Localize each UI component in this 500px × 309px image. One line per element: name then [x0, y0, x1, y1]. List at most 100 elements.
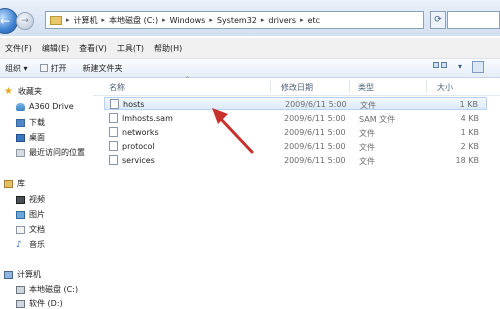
column-divider[interactable] [270, 80, 271, 93]
file-date: 2009/6/11 5:00 [284, 156, 346, 165]
nav-item-label: 下载 [29, 118, 45, 127]
nav-item-label: 桌面 [29, 133, 45, 142]
music-note-icon: ♪ [16, 239, 22, 250]
file-name: services [122, 156, 155, 165]
file-icon [109, 155, 118, 165]
breadcrumb-windows[interactable]: Windows [170, 16, 206, 25]
column-divider[interactable] [426, 80, 427, 93]
open-icon [39, 64, 48, 72]
file-date: 2009/6/11 5:00 [284, 142, 346, 151]
nav-item-drive-c[interactable]: 本地磁盘 (C:) [16, 284, 78, 295]
hard-drive-icon [16, 285, 25, 294]
desktop-icon [16, 133, 25, 142]
star-icon: ★ [4, 85, 13, 97]
file-date: 2009/6/11 5:00 [284, 128, 346, 137]
nav-item-label: 图片 [29, 210, 45, 219]
file-name: networks [122, 128, 159, 137]
address-bar[interactable]: ▸ 计算机 ▸ 本地磁盘 (C:) ▸ Windows ▸ System32 ▸… [45, 11, 424, 29]
file-size: 4 KB [460, 114, 479, 123]
file-row-protocol[interactable]: protocol 2009/6/11 5:00 文件 2 KB [104, 140, 487, 153]
nav-computer[interactable]: 计算机 [4, 269, 41, 280]
change-view-button[interactable] [432, 61, 454, 75]
column-header-date[interactable]: 修改日期 [281, 82, 313, 93]
file-type: 文件 [359, 143, 375, 152]
file-date: 2009/6/11 5:00 [284, 114, 346, 123]
sort-caret-icon: ^ [185, 76, 191, 83]
file-type: 文件 [359, 129, 375, 138]
nav-libraries-label: 库 [17, 179, 25, 188]
nav-item-label: 视频 [29, 195, 45, 204]
view-dropdown-icon[interactable]: ▾ [458, 62, 462, 71]
nav-item-downloads[interactable]: 下载 [16, 117, 45, 128]
command-bar: 组织 ▾ 打开 新建文件夹 [0, 59, 500, 78]
folder-icon [50, 15, 62, 25]
new-folder-label: 新建文件夹 [82, 63, 123, 73]
column-header-size[interactable]: 大小 [437, 82, 453, 93]
nav-item-a360[interactable]: A360 Drive [16, 102, 74, 111]
picture-library-icon [16, 210, 25, 219]
menu-help[interactable]: 帮助(H) [149, 43, 187, 54]
nav-item-label: 软件 (D:) [29, 299, 63, 308]
file-icon [110, 99, 119, 109]
breadcrumb-drive-c[interactable]: 本地磁盘 (C:) [109, 15, 158, 26]
nav-item-videos[interactable]: 视频 [16, 194, 45, 205]
file-icon [109, 141, 118, 151]
chevron-right-icon: ▸ [260, 16, 265, 24]
nav-item-pictures[interactable]: 图片 [16, 209, 45, 220]
breadcrumb-computer[interactable]: 计算机 [74, 15, 98, 26]
document-library-icon [16, 225, 25, 234]
preview-pane-button[interactable] [472, 61, 484, 73]
menu-bar: 文件(F) 编辑(E) 查看(V) 工具(T) 帮助(H) [0, 38, 500, 59]
organize-label: 组织 ▾ [5, 63, 28, 73]
chevron-right-icon: ▸ [66, 16, 70, 24]
nav-favorites-label: 收藏夹 [18, 87, 42, 96]
nav-favorites[interactable]: ★ 收藏夹 [4, 86, 42, 97]
forward-button[interactable]: → [16, 12, 34, 30]
file-row-services[interactable]: services 2009/6/11 5:00 文件 18 KB [104, 154, 487, 167]
column-header-name[interactable]: 名称 [109, 82, 125, 93]
nav-item-label: A360 Drive [29, 102, 74, 111]
refresh-button[interactable]: ⟳ [430, 11, 446, 29]
menu-file[interactable]: 文件(F) [0, 43, 37, 54]
file-name: hosts [123, 100, 145, 109]
breadcrumb-etc[interactable]: etc [308, 16, 320, 25]
search-input[interactable] [447, 11, 500, 29]
file-icon [109, 113, 118, 123]
column-divider[interactable] [349, 80, 350, 93]
breadcrumb-system32[interactable]: System32 [217, 16, 257, 25]
computer-icon [4, 270, 13, 279]
file-icon [109, 127, 118, 137]
file-type: 文件 [359, 157, 375, 166]
nav-computer-label: 计算机 [17, 270, 41, 279]
column-header-row: 名称 ^ 修改日期 类型 大小 [93, 76, 500, 96]
column-header-type[interactable]: 类型 [358, 82, 374, 93]
menu-edit[interactable]: 编辑(E) [37, 43, 74, 54]
video-library-icon [16, 195, 25, 204]
file-row-networks[interactable]: networks 2009/6/11 5:00 文件 1 KB [104, 126, 487, 139]
organize-button[interactable]: 组织 ▾ [5, 63, 28, 74]
nav-item-label: 文档 [29, 225, 45, 234]
nav-item-recent[interactable]: 最近访问的位置 [16, 147, 85, 158]
file-size: 2 KB [460, 142, 479, 151]
chevron-right-icon: ▸ [209, 16, 213, 24]
nav-item-desktop[interactable]: 桌面 [16, 132, 45, 143]
nav-item-drive-d[interactable]: 软件 (D:) [16, 298, 63, 309]
chevron-right-icon: ▸ [162, 16, 166, 24]
file-type: 文件 [360, 101, 376, 110]
nav-libraries[interactable]: 库 [4, 178, 25, 189]
file-row-hosts[interactable]: hosts 2009/6/11 5:00 文件 1 KB [104, 97, 487, 110]
nav-item-label: 音乐 [29, 240, 45, 249]
file-row-lmhosts[interactable]: lmhosts.sam 2009/6/11 5:00 SAM 文件 4 KB [104, 112, 487, 125]
annotation-arrow [212, 108, 254, 154]
breadcrumb-drivers[interactable]: drivers [268, 16, 296, 25]
library-icon [4, 179, 13, 188]
nav-item-documents[interactable]: 文档 [16, 224, 45, 235]
open-button[interactable]: 打开 [39, 63, 67, 74]
file-size: 1 KB [460, 128, 479, 137]
nav-item-label: 本地磁盘 (C:) [29, 285, 79, 294]
menu-view[interactable]: 查看(V) [74, 43, 112, 54]
new-folder-button[interactable]: 新建文件夹 [83, 63, 123, 74]
nav-item-music[interactable]: ♪ 音乐 [16, 239, 45, 250]
menu-tools[interactable]: 工具(T) [112, 43, 149, 54]
file-name: protocol [122, 142, 155, 151]
